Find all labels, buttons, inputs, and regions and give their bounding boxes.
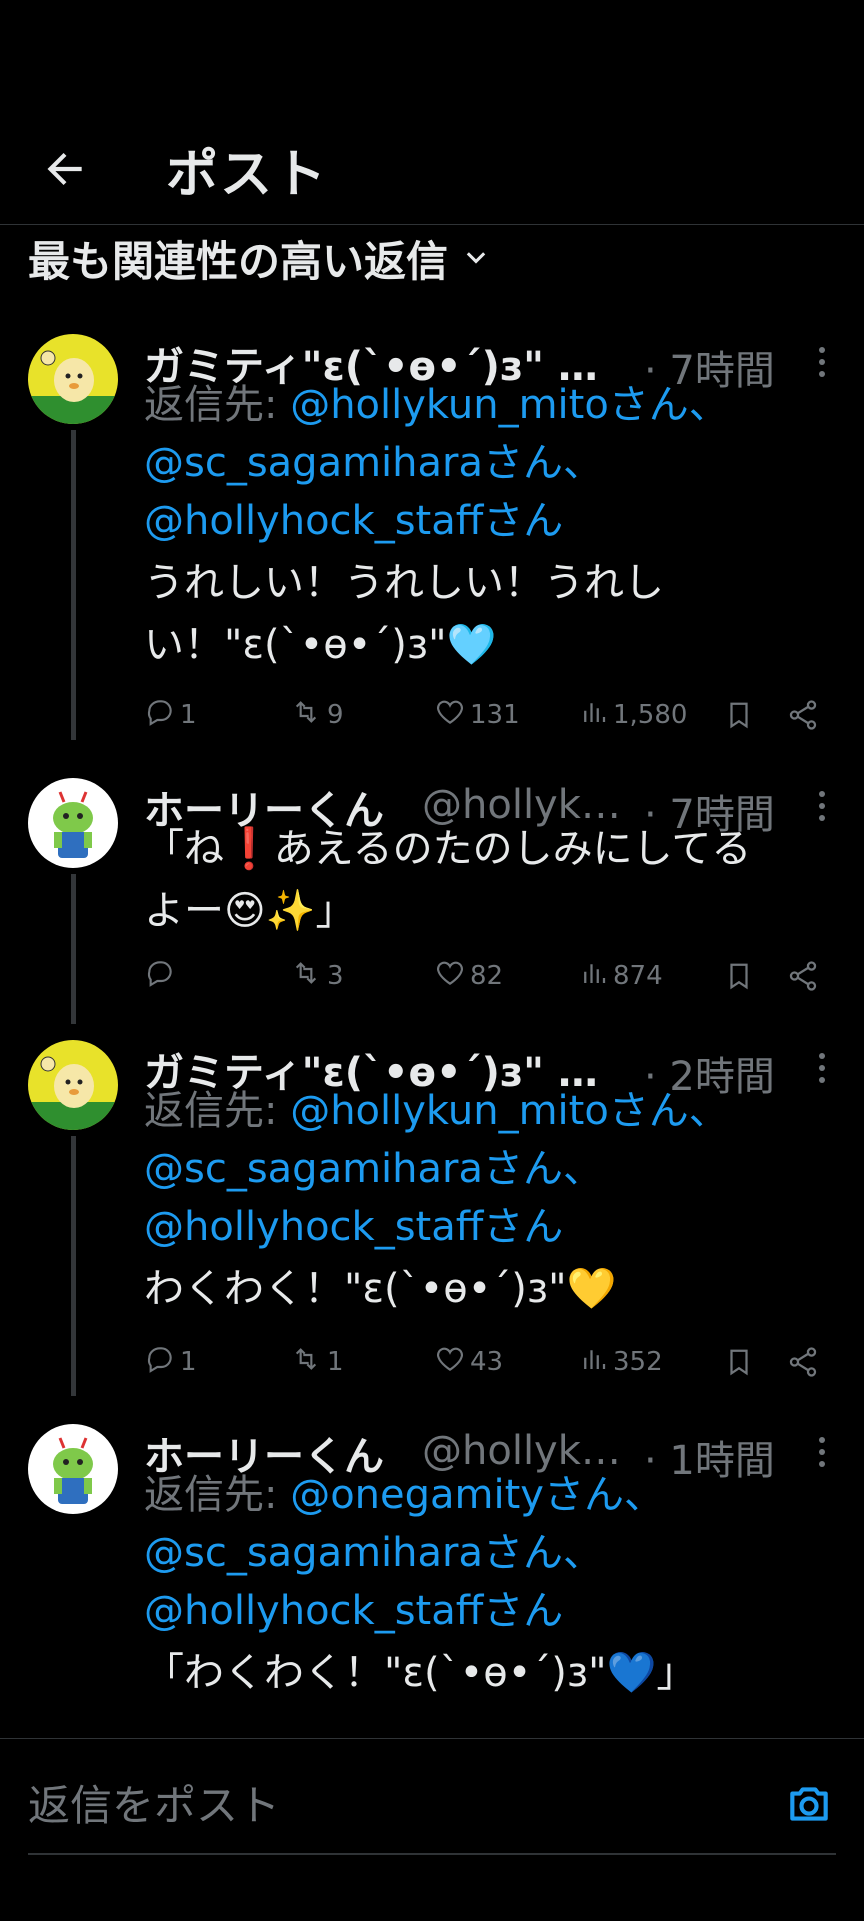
views-icon: [579, 957, 613, 996]
mention-link[interactable]: @hollyhock_staffさん: [144, 1588, 563, 1634]
post-text-line: よー😍✨」: [144, 888, 356, 934]
avatar[interactable]: [28, 334, 118, 424]
views-count: 352: [613, 1347, 663, 1377]
thread-line: [71, 430, 76, 740]
reply-to-line: 返信先: @hollykun_mitoさん、 @sc_sagamiharaさん、…: [144, 1082, 844, 1256]
input-divider: [28, 1853, 836, 1855]
repost-button[interactable]: 1: [289, 1342, 344, 1382]
repost-count: 1: [327, 1347, 344, 1377]
repost-icon: [289, 696, 327, 735]
avatar[interactable]: [28, 778, 118, 868]
like-count: 131: [470, 700, 520, 730]
reply-sort-dropdown[interactable]: 最も関連性の高い返信: [28, 228, 490, 288]
reply-to-prefix: 返信先:: [144, 1472, 291, 1518]
mention-link[interactable]: @hollyhock_staffさん: [144, 498, 563, 544]
more-icon[interactable]: [810, 344, 834, 380]
chevron-down-icon: [462, 244, 490, 276]
reply-icon: [144, 696, 180, 735]
bookmark-icon[interactable]: [724, 1342, 758, 1382]
post-text-line: 「ね❗あえるのたのしみにしてる: [144, 826, 752, 872]
back-arrow-icon[interactable]: [40, 144, 90, 194]
reply-to-line: 返信先: @onegamityさん、 @sc_sagamiharaさん、 @ho…: [144, 1466, 844, 1640]
like-count: 82: [470, 961, 504, 991]
action-bar: 1 9 131 1,580: [144, 695, 824, 735]
like-count: 43: [470, 1347, 504, 1377]
reply-icon: [144, 1343, 180, 1382]
views-button[interactable]: 352: [579, 1342, 663, 1382]
repost-button[interactable]: 3: [289, 956, 344, 996]
views-count: 1,580: [613, 700, 688, 730]
like-icon: [434, 957, 470, 996]
repost-count: 9: [327, 700, 344, 730]
reply-post[interactable]: ホーリーくん @hollyk… · 1時間 返信先: @onegamityさん、…: [0, 1420, 864, 1738]
share-icon[interactable]: [786, 1342, 824, 1382]
bookmark-icon[interactable]: [724, 956, 758, 996]
reply-icon: [144, 957, 180, 996]
repost-icon: [289, 1343, 327, 1382]
avatar[interactable]: [28, 1040, 118, 1130]
views-button[interactable]: 1,580: [579, 695, 687, 735]
sort-label: 最も関連性の高い返信: [28, 236, 449, 286]
reply-count: 1: [180, 700, 197, 730]
action-bar: 1 1 43 352: [144, 1342, 824, 1382]
post-text-line: わくわく！"ε(`•ө•´)з"💛: [144, 1266, 617, 1312]
avatar[interactable]: [28, 1424, 118, 1514]
reply-button[interactable]: [144, 956, 180, 996]
repost-count: 3: [327, 961, 344, 991]
repost-icon: [289, 957, 327, 996]
mention-link[interactable]: @sc_sagamiharaさん、: [144, 1146, 603, 1192]
thread-line: [71, 874, 76, 1024]
mention-link[interactable]: @hollykun_mitoさん、: [290, 1088, 729, 1134]
reply-to-prefix: 返信先:: [144, 1088, 291, 1134]
reply-composer-bar: [0, 1738, 864, 1921]
views-button[interactable]: 874: [579, 956, 663, 996]
bookmark-icon[interactable]: [724, 695, 758, 735]
post-text-line: 「わくわく！"ε(`•ө•´)з"💙」: [144, 1650, 697, 1696]
mention-link[interactable]: @sc_sagamiharaさん、: [144, 1530, 603, 1576]
reply-to-line: 返信先: @hollykun_mitoさん、 @sc_sagamiharaさん、…: [144, 376, 844, 550]
like-button[interactable]: 131: [434, 695, 520, 735]
post-text: わくわく！"ε(`•ө•´)з"💛: [144, 1258, 844, 1320]
post-text-line: い！"ε(`•ө•´)з"🩵: [144, 622, 497, 668]
reply-post[interactable]: ガミティ"ε(`•ө•´)з" … · 7時間 返信先: @hollykun_m…: [0, 330, 864, 740]
post-text-line: うれしい！うれしい！うれし: [144, 560, 664, 606]
reply-to-prefix: 返信先:: [144, 382, 291, 428]
views-icon: [579, 696, 613, 735]
reply-button[interactable]: 1: [144, 695, 197, 735]
reply-button[interactable]: 1: [144, 1342, 197, 1382]
camera-icon[interactable]: [784, 1779, 834, 1829]
page-title: ポスト: [166, 145, 329, 205]
like-icon: [434, 696, 470, 735]
mention-link[interactable]: @hollyhock_staffさん: [144, 1204, 563, 1250]
mention-link[interactable]: @sc_sagamiharaさん、: [144, 440, 603, 486]
mention-link[interactable]: @onegamityさん、: [290, 1472, 664, 1518]
reply-post[interactable]: ガミティ"ε(`•ө•´)з" … · 2時間 返信先: @hollykun_m…: [0, 1036, 864, 1396]
share-icon[interactable]: [786, 956, 824, 996]
like-icon: [434, 1343, 470, 1382]
views-icon: [579, 1343, 613, 1382]
more-icon[interactable]: [810, 1434, 834, 1470]
mention-link[interactable]: @hollykun_mitoさん、: [290, 382, 729, 428]
like-button[interactable]: 82: [434, 956, 503, 996]
more-icon[interactable]: [810, 1050, 834, 1086]
share-icon[interactable]: [786, 695, 824, 735]
reply-post[interactable]: ホーリーくん @hollyk… · 7時間 「ね❗あえるのたのしみにしてる よー…: [0, 774, 864, 1024]
reply-input[interactable]: [28, 1775, 588, 1835]
like-button[interactable]: 43: [434, 1342, 503, 1382]
post-text: 「ね❗あえるのたのしみにしてる よー😍✨」: [144, 818, 844, 942]
top-app-bar: ポスト: [0, 110, 864, 225]
reply-count: 1: [180, 1347, 197, 1377]
views-count: 874: [613, 961, 663, 991]
repost-button[interactable]: 9: [289, 695, 344, 735]
post-text: うれしい！うれしい！うれし い！"ε(`•ө•´)з"🩵: [144, 552, 844, 676]
post-text: 「わくわく！"ε(`•ө•´)з"💙」: [144, 1642, 844, 1704]
action-bar: 3 82 874: [144, 956, 824, 996]
thread-line: [71, 1136, 76, 1396]
